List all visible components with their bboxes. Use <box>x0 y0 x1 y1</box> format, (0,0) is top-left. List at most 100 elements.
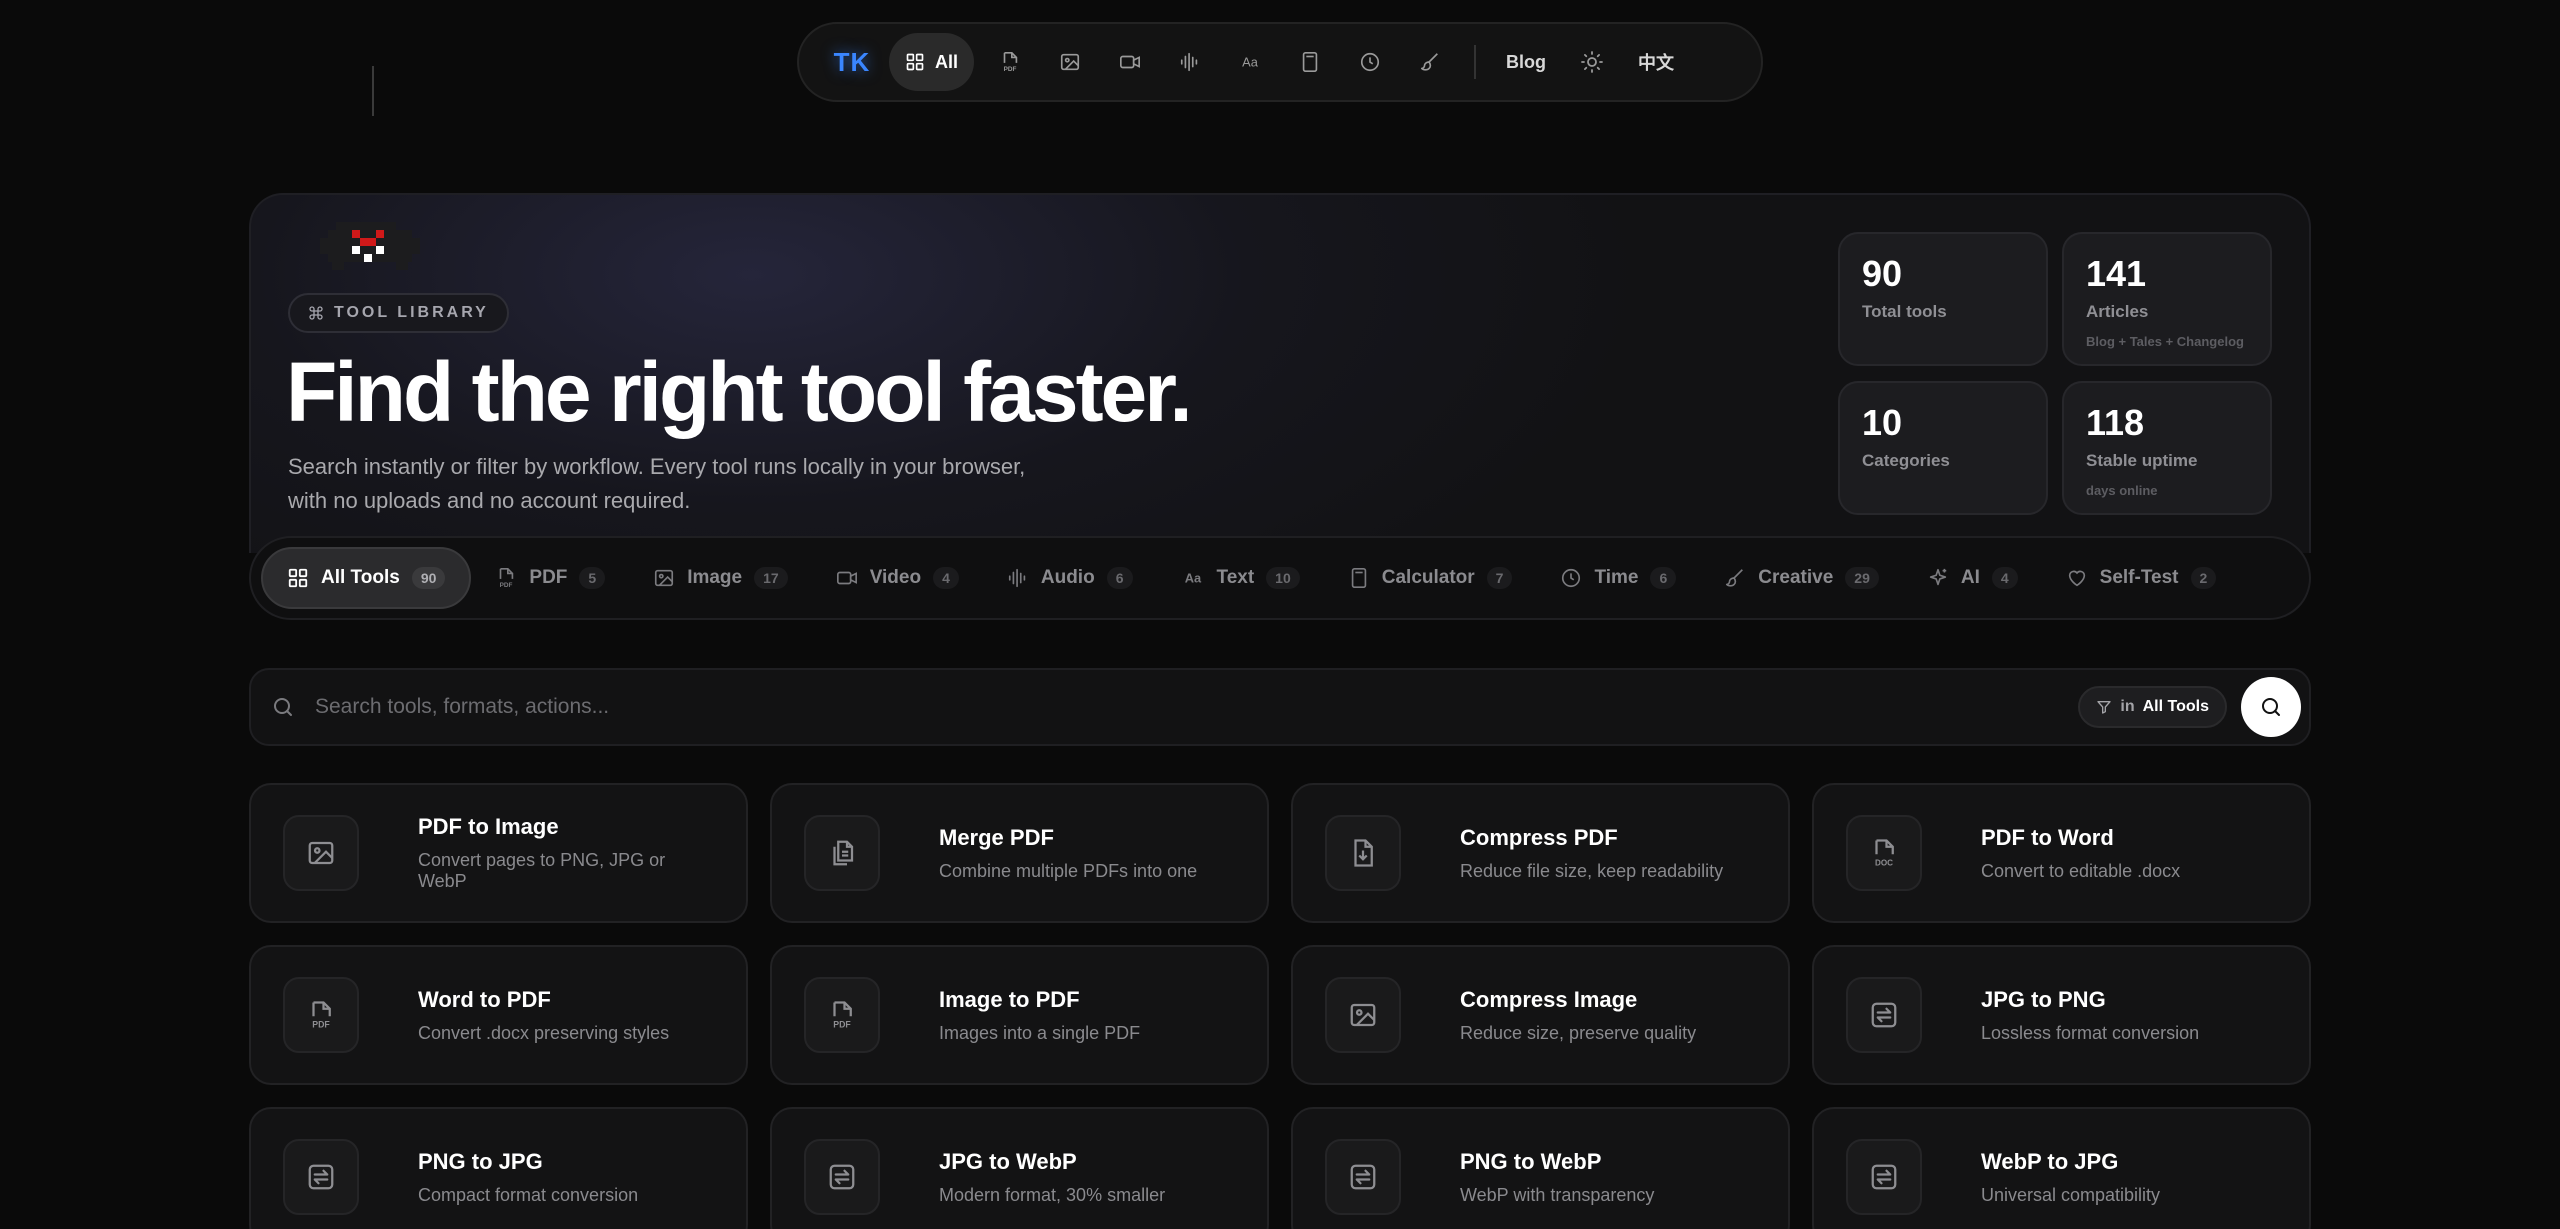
command-icon <box>308 305 324 321</box>
tool-description: Universal compatibility <box>1981 1184 2161 1205</box>
tool-description: Reduce file size, keep readability <box>1460 860 1724 881</box>
tab-creative[interactable]: Creative 29 <box>1700 547 1903 609</box>
nav-blog-link[interactable]: Blog <box>1490 33 1562 91</box>
tool-title: WebP to JPG <box>1981 1148 2119 1174</box>
tool-title: Merge PDF <box>939 824 1054 850</box>
tab-audio[interactable]: Audio 6 <box>983 547 1157 609</box>
sun-icon <box>1580 50 1604 74</box>
audio-icon <box>1007 567 1029 589</box>
nav-time-button[interactable] <box>1340 33 1400 91</box>
hero-subtitle-line: Search instantly or filter by workflow. … <box>288 454 1026 479</box>
nav-pdf-button[interactable] <box>980 33 1040 91</box>
tab-pdf[interactable]: PDF 5 <box>471 547 629 609</box>
logo[interactable]: TK <box>823 33 881 91</box>
tab-time[interactable]: Time 6 <box>1536 547 1700 609</box>
audio-icon <box>1179 51 1201 73</box>
stat-card-categories: 10 Categories <box>1838 381 2048 515</box>
tab-count: 17 <box>754 567 788 589</box>
search-bar: in All Tools <box>249 668 2311 746</box>
nav-calculator-button[interactable] <box>1280 33 1340 91</box>
stat-card-articles: 141 Articles Blog + Tales + Changelog <box>2062 232 2272 366</box>
tab-count: 4 <box>933 567 959 589</box>
tab-self-test[interactable]: Self-Test 2 <box>2042 547 2241 609</box>
search-icon <box>2259 695 2283 719</box>
tool-title: Compress Image <box>1460 986 1638 1012</box>
tool-title: JPG to PNG <box>1981 986 2106 1012</box>
grid-icon <box>287 567 309 589</box>
clock-icon <box>1359 51 1381 73</box>
nav-audio-button[interactable] <box>1160 33 1220 91</box>
calculator-icon <box>1348 567 1370 589</box>
nav-creative-button[interactable] <box>1400 33 1460 91</box>
tool-card[interactable]: Word to PDF Convert .docx preserving styl… <box>249 945 748 1085</box>
file-download-icon <box>1348 838 1378 868</box>
search-scope-filter[interactable]: in All Tools <box>2078 686 2227 728</box>
stat-card-uptime: 118 Stable uptime days online <box>2062 381 2272 515</box>
image-icon <box>653 567 675 589</box>
tab-ai[interactable]: AI 4 <box>1903 547 2042 609</box>
tag-label: TOOL LIBRARY <box>334 304 489 321</box>
tool-title: PDF to Image <box>418 814 559 839</box>
tab-label: All Tools <box>321 567 400 588</box>
tool-title: Image to PDF <box>939 986 1080 1012</box>
tool-title: Word to PDF <box>418 986 551 1012</box>
stat-value: 10 <box>1862 402 1903 443</box>
tab-video[interactable]: Video 4 <box>812 547 983 609</box>
video-icon <box>836 567 858 589</box>
clock-icon <box>1560 567 1582 589</box>
tab-image[interactable]: Image 17 <box>629 547 812 609</box>
sparkle-icon <box>1927 567 1949 589</box>
stat-card-total-tools: 90 Total tools <box>1838 232 2048 366</box>
top-nav: TK All Blog 中文 <box>797 22 1763 102</box>
nav-all-button[interactable]: All <box>889 33 975 91</box>
tool-description: Reduce size, preserve quality <box>1460 1022 1697 1043</box>
search-button[interactable] <box>2241 677 2301 737</box>
tab-label: Video <box>869 567 922 588</box>
hero-subtitle: Search instantly or filter by workflow. … <box>288 450 1048 518</box>
scope-prefix: in <box>2120 698 2135 715</box>
pixel-mascot-icon <box>320 222 420 270</box>
brush-icon <box>1419 51 1441 73</box>
tab-count: 6 <box>1650 567 1677 589</box>
tool-card[interactable]: Image to PDF Images into a single PDF <box>770 945 1269 1085</box>
tool-card[interactable]: Merge PDF Combine multiple PDFs into one <box>770 783 1269 923</box>
tab-text[interactable]: Text 10 <box>1157 547 1324 609</box>
tool-description: Images into a single PDF <box>939 1022 1141 1043</box>
tool-card[interactable]: PDF to Image Convert pages to PNG, JPG or… <box>249 783 748 923</box>
nav-all-label: All <box>935 51 959 72</box>
search-input[interactable] <box>315 695 2079 719</box>
tab-all-tools[interactable]: All Tools 90 <box>261 547 472 609</box>
pdf-icon <box>999 51 1021 73</box>
pdf-icon <box>495 567 517 589</box>
nav-video-button[interactable] <box>1100 33 1160 91</box>
tool-grid: PDF to Image Convert pages to PNG, JPG or… <box>249 783 2311 1229</box>
image-icon <box>1059 51 1081 73</box>
convert-icon <box>306 1162 336 1192</box>
tab-label: PDF <box>529 567 568 588</box>
tool-card[interactable]: JPG to PNG Lossless format conversion <box>1812 945 2311 1085</box>
tab-count: 2 <box>2190 567 2217 589</box>
text-caret <box>372 66 374 116</box>
tool-card[interactable]: Compress PDF Reduce file size, keep reada… <box>1291 783 1790 923</box>
tool-card[interactable]: PNG to JPG Compact format conversion <box>249 1107 748 1229</box>
tab-calculator[interactable]: Calculator 7 <box>1324 547 1537 609</box>
tab-count: 7 <box>1486 567 1513 589</box>
stat-value: 118 <box>2086 402 2145 443</box>
pdf-icon <box>306 1000 336 1030</box>
tool-card[interactable]: JPG to WebP Modern format, 30% smaller <box>770 1107 1269 1229</box>
tool-card[interactable]: PNG to WebP WebP with transparency <box>1291 1107 1790 1229</box>
tool-card[interactable]: Compress Image Reduce size, preserve qual… <box>1291 945 1790 1085</box>
tool-card[interactable]: PDF to Word Convert to editable .docx <box>1812 783 2311 923</box>
nav-image-button[interactable] <box>1040 33 1100 91</box>
filter-icon <box>2096 699 2112 715</box>
tool-description: WebP with transparency <box>1460 1184 1655 1205</box>
language-toggle[interactable]: 中文 <box>1622 33 1690 91</box>
tab-count: 4 <box>1991 567 2018 589</box>
theme-toggle-button[interactable] <box>1562 33 1622 91</box>
stat-value: 90 <box>1862 253 1903 294</box>
tool-card[interactable]: WebP to JPG Universal compatibility <box>1812 1107 2311 1229</box>
heart-icon <box>2066 567 2088 589</box>
tab-label: Text <box>1216 567 1255 588</box>
nav-text-button[interactable] <box>1220 33 1280 91</box>
hero-subtitle-line: with no uploads and no account required. <box>288 488 691 513</box>
